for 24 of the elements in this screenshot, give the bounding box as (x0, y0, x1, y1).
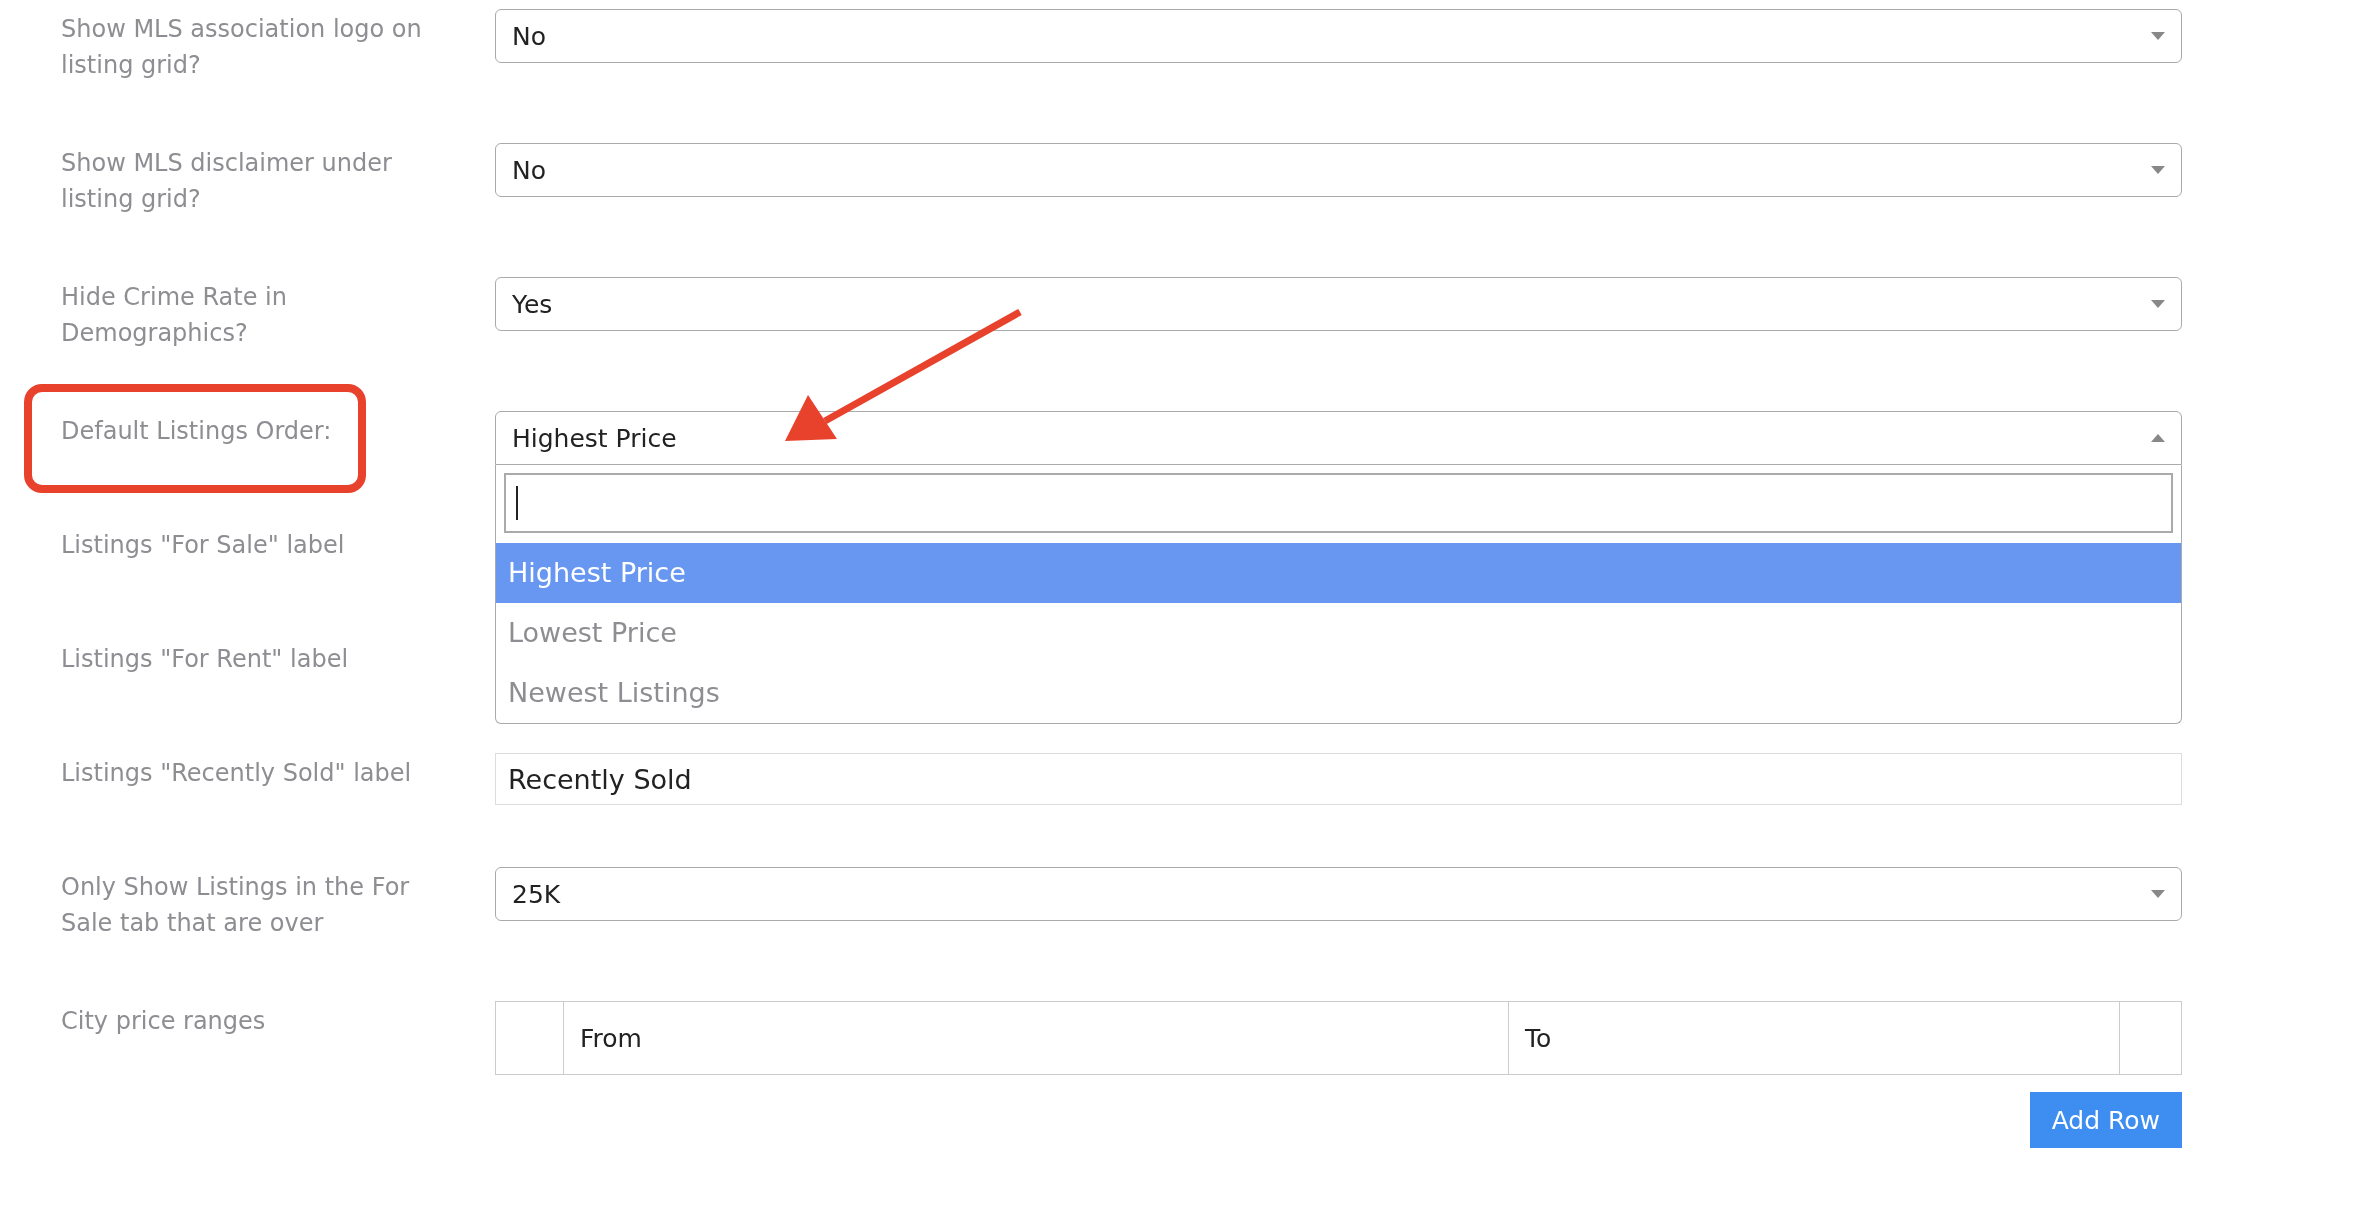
caret-icon (2151, 300, 2165, 308)
dropdown-select[interactable]: Highest Price (495, 411, 2182, 465)
field-label: Hide Crime Rate in Demographics? (61, 282, 288, 349)
text-cursor (516, 486, 518, 520)
dropdown-select[interactable]: Yes (495, 277, 2182, 331)
caret-icon (2151, 166, 2165, 174)
text-field[interactable]: Recently Sold (495, 753, 2182, 805)
field-label: Listings "Recently Sold" label (61, 758, 413, 789)
caret-icon (2151, 32, 2165, 40)
dropdown-select[interactable]: No (495, 9, 2182, 63)
table-header-cell: To (1508, 1002, 2119, 1074)
table-header-cell: From (563, 1002, 1508, 1074)
field-label: Listings "For Sale" label (61, 530, 346, 561)
caret-icon (2151, 434, 2165, 442)
dropdown-select[interactable]: 25K (495, 867, 2182, 921)
field-label: Show MLS disclaimer under listing grid? (61, 148, 393, 215)
field-label: Listings "For Rent" label (61, 644, 350, 675)
dropdown-select[interactable]: No (495, 143, 2182, 197)
field-label: City price ranges (61, 1006, 267, 1037)
search-field[interactable] (504, 473, 2173, 533)
field-label: Show MLS association logo on listing grid? (61, 14, 423, 81)
field-label: Default Listings Order: (61, 416, 333, 447)
caret-icon (2151, 890, 2165, 898)
field-label: Only Show Listings in the For Sale tab that are over (61, 872, 411, 939)
